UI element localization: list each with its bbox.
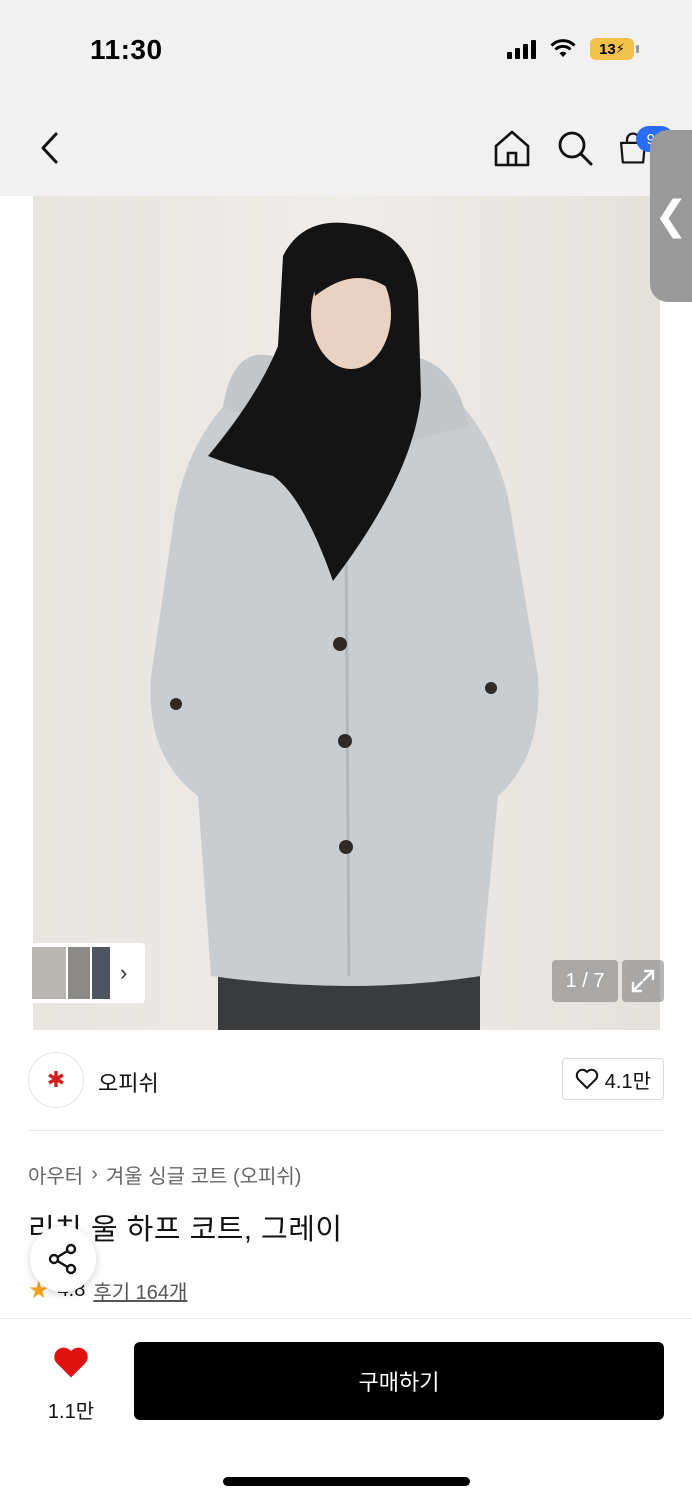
breadcrumb-item[interactable]: 겨울 싱글 코트 (오피쉬) [106, 1160, 302, 1189]
wish-count: 1.1만 [47, 1401, 95, 1423]
share-icon [48, 1243, 77, 1275]
model-photo [150, 222, 539, 1030]
thumbnail-strip[interactable]: › [28, 943, 145, 1003]
review-link[interactable]: 후기 164개 [93, 1276, 187, 1305]
breadcrumb: 아우터 › 겨울 싱글 코트 (오피쉬) [28, 1160, 301, 1189]
breadcrumb-item[interactable]: 아우터 [28, 1160, 83, 1189]
home-icon[interactable] [490, 126, 534, 170]
brand-like-count: 4.1만 [604, 1070, 651, 1093]
wish-button[interactable]: 1.1만 [36, 1345, 106, 1424]
battery-icon: 13 ⚡ [590, 38, 639, 60]
thumbnail[interactable] [68, 947, 90, 999]
home-indicator [223, 1477, 470, 1486]
heart-outline-icon [575, 1068, 598, 1089]
brand-like-button[interactable]: 4.1만 [561, 1058, 664, 1100]
battery-level: 13 [599, 40, 616, 58]
divider [28, 1130, 664, 1131]
image-pager: 1 / 7 [552, 960, 618, 1002]
brand-row: ✱ 오피쉬 4.1만 [28, 1052, 664, 1108]
top-nav [0, 100, 692, 196]
thumbnail[interactable] [92, 947, 110, 999]
status-icons: 13 ⚡ [507, 38, 639, 60]
chevron-left-icon: ❮ [654, 194, 688, 238]
status-time: 11:30 [90, 34, 163, 65]
bottom-bar: 1.1만 구매하기 [0, 1318, 692, 1500]
chevron-left-icon[interactable] [28, 126, 72, 170]
heart-icon [36, 1345, 106, 1385]
status-bar: 11:30 13 ⚡ [0, 0, 692, 100]
brand-logo[interactable]: ✱ [28, 1052, 84, 1108]
share-button[interactable] [30, 1226, 96, 1292]
product-image[interactable] [33, 196, 660, 1030]
buy-button[interactable]: 구매하기 [134, 1342, 664, 1420]
thumbnail[interactable] [32, 947, 66, 999]
chevron-right-icon: › [120, 960, 128, 985]
search-icon[interactable] [553, 126, 597, 170]
chevron-right-icon: › [91, 1163, 98, 1185]
expand-icon[interactable] [622, 960, 664, 1002]
side-drawer-tab[interactable]: ❮ [650, 130, 692, 302]
brand-name[interactable]: 오피쉬 [98, 1066, 159, 1098]
signal-icon [507, 39, 536, 59]
wifi-icon [550, 39, 576, 57]
